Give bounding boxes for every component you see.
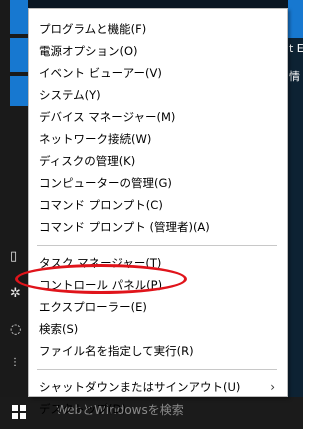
background-text: t E [289, 42, 303, 55]
menu-item-label: システム(Y) [39, 88, 101, 102]
menu-item-label: コマンド プロンプト(C) [39, 198, 163, 212]
menu-item[interactable]: ディスクの管理(K) [29, 150, 287, 172]
menu-separator [37, 245, 277, 246]
menu-item[interactable]: 電源オプション(O) [29, 40, 287, 62]
menu-item-label: イベント ビューアー(V) [39, 66, 162, 80]
menu-item[interactable]: コントロール パネル(P) [29, 274, 287, 296]
settings-icon[interactable]: ✲ [10, 287, 21, 301]
menu-item[interactable]: 検索(S) [29, 318, 287, 340]
menu-item-label: シャットダウンまたはサインアウト(U) [39, 380, 241, 394]
start-tile[interactable] [10, 38, 28, 72]
menu-item[interactable]: コマンド プロンプト(C) [29, 194, 287, 216]
menu-item-label: デスクトップ(D) [39, 402, 126, 416]
menu-item-label: 電源オプション(O) [39, 44, 138, 58]
windows-start-icon[interactable] [12, 405, 26, 419]
desktop-tile [288, 0, 303, 38]
menu-item[interactable]: イベント ビューアー(V) [29, 62, 287, 84]
menu-item[interactable]: システム(Y) [29, 84, 287, 106]
background-text: 情 [289, 70, 300, 83]
menu-item[interactable]: ファイル名を指定して実行(R) [29, 340, 287, 362]
document-icon[interactable]: ▯ [10, 250, 17, 264]
menu-item-label: コンピューターの管理(G) [39, 176, 172, 190]
menu-item[interactable]: コンピューターの管理(G) [29, 172, 287, 194]
winx-context-menu: プログラムと機能(F) 電源オプション(O) イベント ビューアー(V) システム(Y… [28, 8, 288, 416]
menu-item-label: ネットワーク接続(W) [39, 132, 152, 146]
menu-item[interactable]: コマンド プロンプト (管理者)(A) [29, 216, 287, 238]
menu-item-label: コントロール パネル(P) [39, 278, 163, 292]
power-icon[interactable]: ◌ [10, 323, 21, 337]
menu-item-label: タスク マネージャー(T) [39, 256, 162, 270]
menu-item[interactable]: デバイス マネージャー(M) [29, 106, 287, 128]
menu-item-label: デバイス マネージャー(M) [39, 110, 176, 124]
all-apps-icon[interactable]: ⋮ [10, 356, 20, 370]
menu-separator [37, 369, 277, 370]
menu-item[interactable]: シャットダウンまたはサインアウト(U) › [29, 376, 287, 398]
menu-item[interactable]: ネットワーク接続(W) [29, 128, 287, 150]
menu-item[interactable]: プログラムと機能(F) [29, 18, 287, 40]
menu-item-label: エクスプローラー(E) [39, 300, 147, 314]
menu-item-label: プログラムと機能(F) [39, 22, 147, 36]
menu-item-label: 検索(S) [39, 322, 79, 336]
start-tile[interactable] [10, 76, 28, 106]
screen: ▯ ✲ ◌ ⋮ t E 情 WebとWindowsを検索 プログラムと機能(F)… [0, 0, 303, 429]
start-tile[interactable] [10, 0, 28, 34]
chevron-right-icon: › [270, 380, 275, 394]
menu-item-label: ファイル名を指定して実行(R) [39, 344, 194, 358]
desktop-background [288, 38, 303, 398]
menu-item-label: コマンド プロンプト (管理者)(A) [39, 220, 210, 234]
menu-item[interactable]: エクスプローラー(E) [29, 296, 287, 318]
menu-item[interactable]: デスクトップ(D) [29, 398, 287, 420]
menu-item-label: ディスクの管理(K) [39, 154, 136, 168]
menu-item[interactable]: タスク マネージャー(T) [29, 252, 287, 274]
